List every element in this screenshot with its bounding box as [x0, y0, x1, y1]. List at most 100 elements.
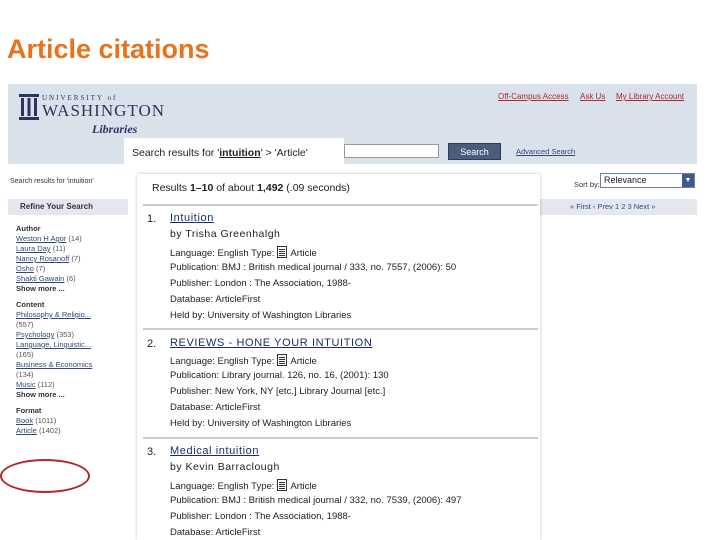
result-database: Database: ArticleFirst: [170, 527, 261, 538]
my-library-account-link[interactable]: My Library Account: [616, 92, 684, 101]
facet-item[interactable]: Weston H Agor (14): [16, 234, 128, 244]
facet-link[interactable]: Philosophy & Religio...: [16, 310, 91, 319]
uw-columns-icon: [19, 94, 39, 120]
facet-count: (7): [71, 254, 81, 263]
show-more-link[interactable]: Show more ...: [16, 390, 128, 400]
facet-title: Content: [16, 300, 45, 309]
result-database: Database: ArticleFirst: [170, 294, 261, 305]
result-held-by: Held by: University of Washington Librar…: [170, 310, 352, 321]
facet-content: Content Philosophy & Religio... (557) Ps…: [16, 300, 128, 400]
facet-item[interactable]: Music (112): [16, 380, 128, 390]
facet-item[interactable]: Psychology (353): [16, 330, 128, 340]
summary-time: (.09 seconds): [283, 182, 350, 194]
facet-link[interactable]: Music: [16, 380, 36, 389]
facet-link[interactable]: Article: [16, 426, 37, 435]
result-title-link[interactable]: REVIEWS - HONE YOUR INTUITION: [170, 337, 372, 349]
facet-item[interactable]: Philosophy & Religio...: [16, 310, 128, 320]
uw-libraries-logo[interactable]: UNIVERSITY of WASHINGTON Libraries: [18, 92, 164, 138]
facet-count: (7): [36, 264, 46, 273]
result-publication: Publication: Library journal. 126, no. 1…: [170, 370, 389, 381]
facet-count: (14): [68, 234, 82, 243]
facet-count: (6): [66, 274, 76, 283]
ask-us-link[interactable]: Ask Us: [580, 92, 605, 101]
result-type: Article: [290, 356, 317, 367]
facet-item: (557): [16, 320, 128, 330]
result-publication: Publication: BMJ : British medical journ…: [170, 495, 462, 506]
facet-link[interactable]: Weston H Agor: [16, 234, 66, 243]
highlight-circle: [0, 459, 90, 493]
summary-prefix: Results: [152, 182, 190, 194]
facet-link[interactable]: Nancy Rosanoff: [16, 254, 69, 263]
results-for-text: Search results for 'intuition': [10, 178, 94, 185]
facet-item[interactable]: Book (1011): [16, 416, 128, 426]
facet-item[interactable]: Shakti Gawain (6): [16, 274, 128, 284]
pagination[interactable]: « First ‹ Prev 1 2 3 Next »: [536, 199, 697, 215]
result-publisher: Publisher: London : The Association, 198…: [170, 278, 351, 289]
result-number: 2.: [147, 338, 157, 350]
result-language: Language: English Type:: [170, 481, 275, 492]
facet-sidebar: Author Weston H Agor (14) Laura Day (11)…: [16, 224, 128, 442]
search-label-prefix: Search results for ': [132, 147, 220, 159]
search-term: intuition: [219, 147, 261, 159]
result-divider: [143, 204, 538, 206]
result-publication: Publication: BMJ : British medical journ…: [170, 262, 457, 273]
results-summary: Results 1–10 of about 1,492 (.09 seconds…: [152, 182, 350, 194]
facet-link[interactable]: Language, Linguistic...: [16, 340, 91, 349]
result-number: 1.: [147, 213, 157, 225]
facet-link[interactable]: Book: [16, 416, 33, 425]
result-author: by Kevin Barraclough: [170, 461, 280, 473]
result-title-link[interactable]: Intuition: [170, 212, 214, 224]
sort-select-value: Relevance: [604, 175, 647, 185]
summary-mid: of about: [213, 182, 258, 194]
facet-item[interactable]: Article (1402): [16, 426, 128, 436]
facet-item[interactable]: Language, Linguistic...: [16, 340, 128, 350]
search-results-label: Search results for 'intuition' > 'Articl…: [124, 138, 344, 168]
facet-count: (165): [16, 350, 34, 359]
result-author: by Trisha Greenhalgh: [170, 228, 281, 240]
article-icon: [277, 479, 288, 491]
facet-item[interactable]: Nancy Rosanoff (7): [16, 254, 128, 264]
result-language: Language: English Type:: [170, 248, 275, 259]
article-icon: [277, 354, 288, 366]
search-input[interactable]: [344, 144, 439, 158]
facet-count: (11): [52, 244, 66, 253]
search-button[interactable]: Search: [448, 143, 501, 160]
facet-link[interactable]: Business & Economics: [16, 360, 92, 369]
slide-title: Article citations: [7, 34, 210, 64]
result-title-link[interactable]: Medical intuition: [170, 445, 259, 457]
result-type: Article: [290, 248, 317, 259]
sort-by-label: Sort by:: [574, 180, 600, 189]
facet-link[interactable]: Osho: [16, 264, 34, 273]
result-divider: [143, 437, 538, 439]
facet-count: (557): [16, 320, 34, 329]
summary-range: 1–10: [189, 182, 214, 194]
result-language-type: Language: English Type: Article: [170, 246, 317, 259]
summary-total: 1,492: [257, 182, 284, 194]
show-more-link[interactable]: Show more ...: [16, 284, 128, 294]
facet-title: Format: [16, 406, 42, 415]
result-language: Language: English Type:: [170, 356, 275, 367]
facet-item[interactable]: Business & Economics: [16, 360, 128, 370]
facet-item: (165): [16, 350, 128, 360]
result-language-type: Language: English Type: Article: [170, 354, 317, 367]
facet-link[interactable]: Laura Day: [16, 244, 51, 253]
result-held-by: Held by: University of Washington Librar…: [170, 418, 352, 429]
facet-count: (112): [37, 380, 55, 389]
sort-select[interactable]: Relevance ▼: [600, 173, 695, 188]
facet-item[interactable]: Osho (7): [16, 264, 128, 274]
result-publisher: Publisher: New York, NY [etc.] Library J…: [170, 386, 386, 397]
facet-title: Author: [16, 224, 41, 233]
facet-item[interactable]: Laura Day (11): [16, 244, 128, 254]
facet-count: (134): [16, 370, 34, 379]
article-icon: [277, 246, 288, 258]
off-campus-access-link[interactable]: Off-Campus Access: [498, 92, 569, 101]
facet-link[interactable]: Shakti Gawain: [16, 274, 64, 283]
result-type: Article: [290, 481, 317, 492]
result-database: Database: ArticleFirst: [170, 402, 261, 413]
results-panel: Results 1–10 of about 1,492 (.09 seconds…: [137, 174, 540, 540]
logo-libraries-text: Libraries: [92, 122, 138, 136]
refine-search-heading: Refine Your Search: [8, 199, 128, 215]
advanced-search-link[interactable]: Advanced Search: [516, 147, 575, 156]
facet-link[interactable]: Psychology: [16, 330, 54, 339]
result-divider: [143, 328, 538, 330]
